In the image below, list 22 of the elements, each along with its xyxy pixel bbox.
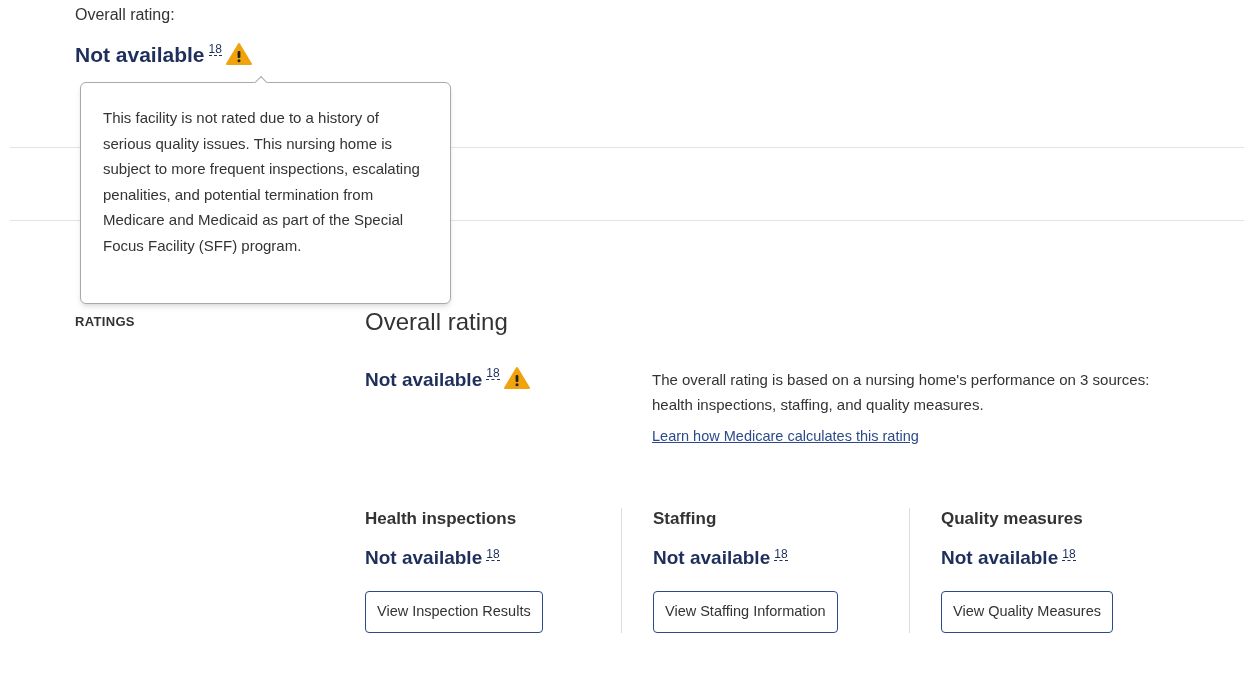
rating-label: Overall rating:: [75, 5, 176, 25]
footnote-link[interactable]: 18: [774, 547, 788, 561]
section-heading: Overall rating: [365, 307, 509, 337]
footnote-link[interactable]: 18: [208, 43, 222, 56]
category-heading: Health inspections: [365, 507, 518, 530]
rating-value: Not available: [653, 547, 771, 567]
learn-more-link[interactable]: Learn how Medicare calculates this rating: [652, 426, 1182, 448]
rating-value: Not available: [365, 370, 483, 389]
rating-value: Not available: [75, 44, 205, 65]
footnote-link[interactable]: 18: [1062, 547, 1076, 561]
category-heading: Quality measures: [941, 507, 1084, 530]
rating-value: Not available: [365, 547, 483, 567]
footnote-link[interactable]: 18: [486, 367, 500, 380]
view-details-button[interactable]: View Staffing Information: [653, 590, 838, 633]
tooltip-text: This facility is not rated due to a history of serious quality issues. This nursing home is subject to more frequent inspections, escalating penalities, and potential termination from Medicare and Medicaid as part of the Special Focus Facility (SFF) program.: [103, 108, 421, 256]
rating-value: Not available: [941, 547, 1059, 567]
view-details-button[interactable]: View Inspection Results: [365, 590, 543, 633]
section-label: RATINGS: [75, 314, 135, 329]
view-details-button[interactable]: View Quality Measures: [941, 590, 1114, 633]
rating-description: The overall rating is based on a nursing home's performance on 3 sources: health inspections, staffing, and quality measures.: [652, 370, 1151, 415]
category-heading: Staffing: [653, 507, 718, 530]
footnote-link[interactable]: 18: [486, 547, 500, 561]
